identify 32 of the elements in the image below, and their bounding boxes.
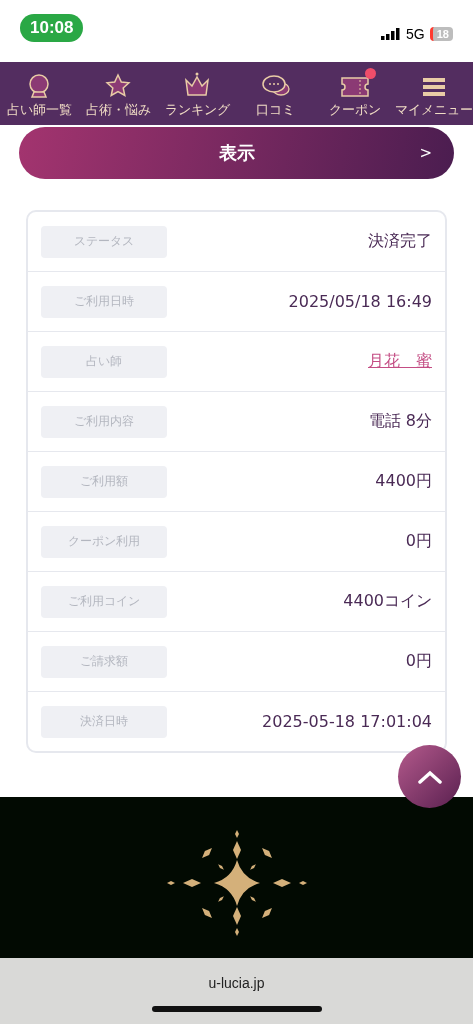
nav-item[interactable]: マイメニュー bbox=[394, 102, 473, 119]
field-label: ご利用内容 bbox=[41, 405, 167, 438]
url-text[interactable]: u-lucia.jp bbox=[208, 975, 265, 991]
nav-item[interactable]: 口コミ bbox=[256, 102, 296, 119]
star-icon bbox=[105, 73, 132, 99]
battery-icon: 18 bbox=[429, 27, 453, 41]
nav-item[interactable]: 占術・悩み bbox=[85, 102, 151, 119]
ticket-icon bbox=[339, 75, 370, 99]
field-label: ご利用額 bbox=[41, 465, 167, 498]
field-label: 決済日時 bbox=[41, 705, 167, 738]
chat-bubbles-icon bbox=[260, 73, 291, 99]
field-value: 4400コイン bbox=[343, 591, 432, 612]
field-value: 決済完了 bbox=[368, 231, 432, 252]
menu-icon bbox=[420, 75, 447, 99]
nav-item[interactable]: 占い師一覧 bbox=[6, 102, 72, 119]
network-type: 5G bbox=[406, 26, 425, 42]
field-value: 2025-05-18 17:01:04 bbox=[262, 712, 432, 731]
clock-time: 10:08 bbox=[20, 14, 84, 42]
show-button[interactable]: 表示 > bbox=[19, 127, 454, 179]
crown-icon bbox=[183, 71, 212, 99]
nav-item[interactable]: ランキング bbox=[164, 102, 230, 119]
fortune-teller-link[interactable]: 月花 蜜 bbox=[368, 351, 432, 372]
field-label: ご利用日時 bbox=[41, 285, 167, 318]
field-value: 0円 bbox=[405, 531, 432, 552]
chevron-icon: > bbox=[419, 144, 432, 162]
field-value: 電話 8分 bbox=[368, 411, 432, 432]
signal-icon bbox=[381, 28, 402, 40]
field-value: 2025/05/18 16:49 bbox=[288, 292, 432, 311]
field-value: 0円 bbox=[405, 651, 432, 672]
chevron-up-icon bbox=[417, 769, 442, 784]
field-value: 4400円 bbox=[375, 471, 432, 492]
nav-item[interactable]: クーポン bbox=[328, 102, 381, 119]
